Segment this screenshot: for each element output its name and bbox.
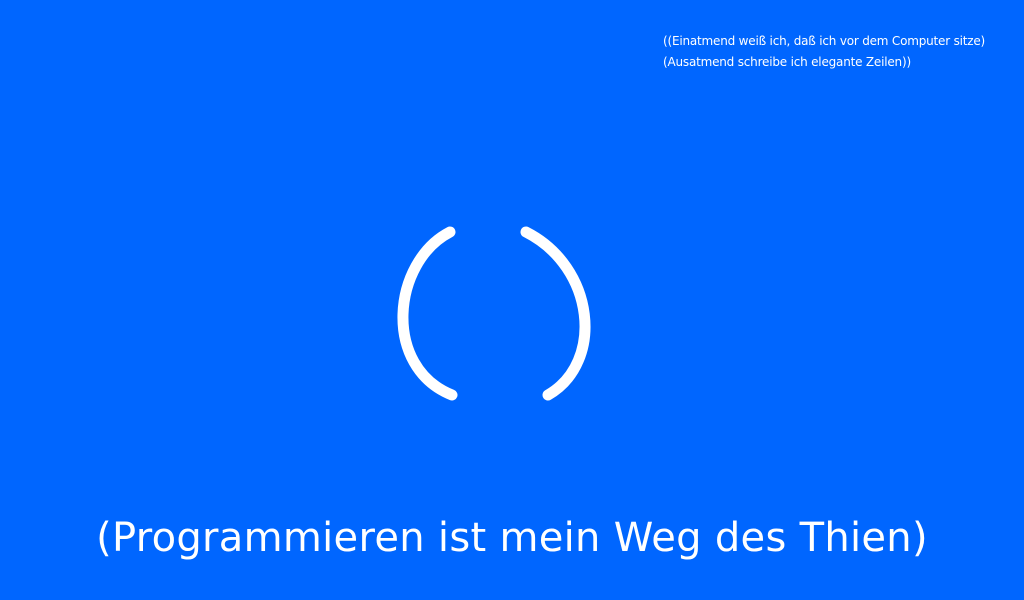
headline-text: (Programmieren ist mein Weg des Thien) bbox=[96, 515, 928, 561]
quote-line-inhale: ((Einatmend weiß ich, daß ich vor dem Co… bbox=[663, 34, 986, 48]
parentheses-symbol bbox=[397, 226, 591, 401]
slide-background: ((Einatmend weiß ich, daß ich vor dem Co… bbox=[0, 0, 1024, 600]
quote-line-exhale: (Ausatmend schreibe ich elegante Zeilen)… bbox=[663, 55, 911, 69]
quote-block: ((Einatmend weiß ich, daß ich vor dem Co… bbox=[663, 31, 1013, 73]
right-parenthesis bbox=[520, 226, 591, 401]
left-parenthesis bbox=[397, 226, 458, 401]
